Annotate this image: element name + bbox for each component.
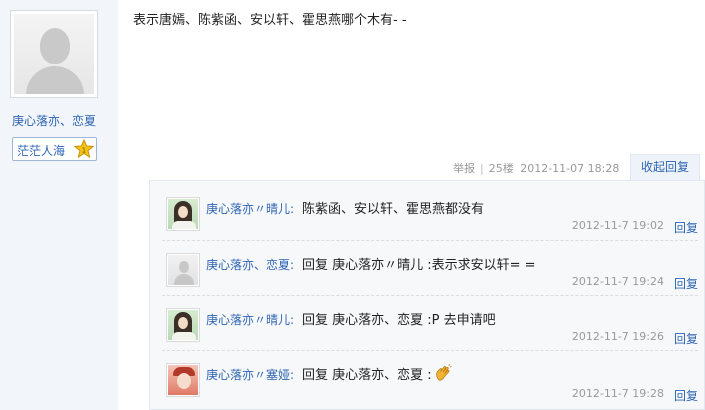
- author-avatar[interactable]: [10, 10, 98, 98]
- reply-time: 2012-11-7 19:24: [571, 275, 664, 288]
- reply-button[interactable]: 回复: [674, 219, 698, 236]
- reply-username[interactable]: 庚心落亦、恋夏:: [206, 256, 294, 273]
- default-avatar-icon: [168, 255, 198, 285]
- reply-button[interactable]: 回复: [674, 387, 698, 404]
- member-level-badge[interactable]: 茫茫人海 1: [12, 137, 97, 161]
- reply-avatar[interactable]: [166, 197, 200, 231]
- reply-text: 回复 庚心落亦、恋夏 :: [302, 368, 432, 383]
- post-meta: 举报 | 25楼 2012-11-07 18:28: [453, 162, 620, 175]
- floor-number: 25楼: [488, 162, 514, 175]
- reply-username[interactable]: 庚心落亦〃晴儿:: [206, 200, 294, 217]
- reply-avatar[interactable]: [166, 308, 200, 342]
- girl-portrait-icon: [168, 199, 198, 229]
- girl-portrait-icon: [168, 310, 198, 340]
- reply-avatar[interactable]: [166, 253, 200, 287]
- report-link[interactable]: 举报: [453, 162, 475, 175]
- red-portrait-icon: [168, 365, 198, 395]
- reply-list: 庚心落亦〃晴儿: 陈紫函、安以轩、霍思燕都没有 2012-11-7 19:02 …: [149, 180, 705, 410]
- post-content: 表示唐嫣、陈紫函、安以轩、霍思燕哪个木有- -: [133, 13, 407, 28]
- star-level-icon: 1: [74, 139, 94, 159]
- badge-level-number: 1: [82, 147, 86, 155]
- wave-hand-icon: [435, 364, 452, 381]
- reply-time: 2012-11-7 19:26: [571, 330, 664, 343]
- reply-text: 回复 庚心落亦〃晴儿 :表示求安以轩= =: [302, 258, 536, 273]
- author-name-link[interactable]: 庚心落亦、恋夏: [0, 112, 108, 129]
- reply-button[interactable]: 回复: [674, 275, 698, 292]
- reply-username[interactable]: 庚心落亦〃晴儿:: [206, 311, 294, 328]
- reply-text-wrap: 回复 庚心落亦、恋夏 :: [302, 364, 452, 383]
- post-datetime: 2012-11-07 18:28: [520, 162, 620, 175]
- default-avatar-icon: [14, 14, 94, 94]
- reply-text: 回复 庚心落亦、恋夏 :P 去申请吧: [302, 313, 496, 328]
- reply-text: 陈紫函、安以轩、霍思燕都没有: [302, 202, 485, 217]
- divider: [162, 350, 698, 351]
- reply-time: 2012-11-7 19:28: [571, 387, 664, 400]
- reply-time: 2012-11-7 19:02: [571, 219, 664, 232]
- divider: [162, 240, 698, 241]
- reply-button[interactable]: 回复: [674, 330, 698, 347]
- reply-username[interactable]: 庚心落亦〃塞娅:: [206, 366, 294, 383]
- badge-label: 茫茫人海: [17, 144, 66, 158]
- reply-avatar[interactable]: [166, 363, 200, 397]
- author-sidebar: 庚心落亦、恋夏 茫茫人海 1: [0, 0, 118, 410]
- collapse-reply-button[interactable]: 收起回复: [630, 154, 700, 180]
- divider: [162, 295, 698, 296]
